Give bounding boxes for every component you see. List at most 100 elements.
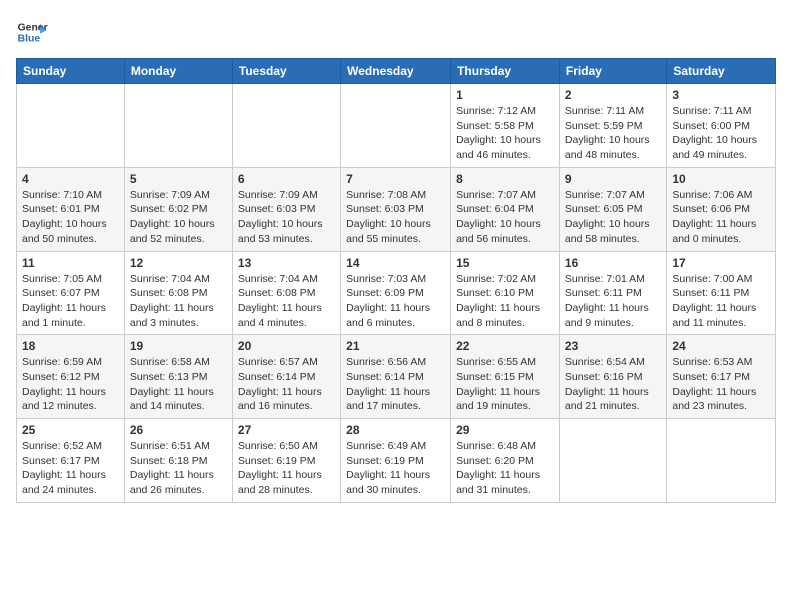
calendar-week-row: 18 Sunrise: 6:59 AM Sunset: 6:12 PM Dayli… (17, 335, 776, 419)
calendar-cell: 7Sunrise: 7:08 AM Sunset: 6:03 PM Daylig… (341, 167, 451, 251)
day-number: 29 (456, 423, 554, 437)
day-number: 12 (130, 256, 227, 270)
day-info: Sunrise: 7:07 AM Sunset: 6:04 PM Dayligh… (456, 188, 554, 247)
calendar-week-row: 11Sunrise: 7:05 AM Sunset: 6:07 PM Dayli… (17, 251, 776, 335)
day-number: 17 (672, 256, 770, 270)
day-number: 1 (456, 88, 554, 102)
day-info: Sunrise: 6:53 AM Sunset: 6:17 PM Dayligh… (672, 355, 770, 414)
day-info: Sunrise: 7:00 AM Sunset: 6:11 PM Dayligh… (672, 272, 770, 331)
day-info: Sunrise: 6:48 AM Sunset: 6:20 PM Dayligh… (456, 439, 554, 498)
day-info: Sunrise: 7:10 AM Sunset: 6:01 PM Dayligh… (22, 188, 119, 247)
day-info: Sunrise: 7:11 AM Sunset: 5:59 PM Dayligh… (565, 104, 661, 163)
calendar-cell (667, 419, 776, 503)
calendar-cell: 22Sunrise: 6:55 AM Sunset: 6:15 PM Dayli… (451, 335, 560, 419)
day-info: Sunrise: 6:51 AM Sunset: 6:18 PM Dayligh… (130, 439, 227, 498)
day-number: 20 (238, 339, 335, 353)
logo: General Blue (16, 16, 48, 48)
day-info: Sunrise: 6:59 AM Sunset: 6:12 PM Dayligh… (22, 355, 119, 414)
day-info: Sunrise: 7:09 AM Sunset: 6:03 PM Dayligh… (238, 188, 335, 247)
calendar-cell (559, 419, 666, 503)
calendar-cell: 17 Sunrise: 7:00 AM Sunset: 6:11 PM Dayli… (667, 251, 776, 335)
calendar-cell: 12 Sunrise: 7:04 AM Sunset: 6:08 PM Dayli… (124, 251, 232, 335)
day-number: 10 (672, 172, 770, 186)
calendar-cell: 28 Sunrise: 6:49 AM Sunset: 6:19 PM Dayli… (341, 419, 451, 503)
day-number: 23 (565, 339, 661, 353)
day-number: 19 (130, 339, 227, 353)
day-number: 25 (22, 423, 119, 437)
day-info: Sunrise: 6:54 AM Sunset: 6:16 PM Dayligh… (565, 355, 661, 414)
calendar-cell (17, 84, 125, 168)
day-info: Sunrise: 6:50 AM Sunset: 6:19 PM Dayligh… (238, 439, 335, 498)
calendar-cell: 19 Sunrise: 6:58 AM Sunset: 6:13 PM Dayli… (124, 335, 232, 419)
column-header-sunday: Sunday (17, 59, 125, 84)
day-info: Sunrise: 7:12 AM Sunset: 5:58 PM Dayligh… (456, 104, 554, 163)
day-info: Sunrise: 7:01 AM Sunset: 6:11 PM Dayligh… (565, 272, 661, 331)
calendar-cell (124, 84, 232, 168)
calendar-cell: 18 Sunrise: 6:59 AM Sunset: 6:12 PM Dayli… (17, 335, 125, 419)
calendar-cell: 6Sunrise: 7:09 AM Sunset: 6:03 PM Daylig… (232, 167, 340, 251)
day-info: Sunrise: 6:49 AM Sunset: 6:19 PM Dayligh… (346, 439, 445, 498)
calendar-cell: 13Sunrise: 7:04 AM Sunset: 6:08 PM Dayli… (232, 251, 340, 335)
day-number: 27 (238, 423, 335, 437)
calendar-cell: 10 Sunrise: 7:06 AM Sunset: 6:06 PM Dayli… (667, 167, 776, 251)
calendar-cell: 1 Sunrise: 7:12 AM Sunset: 5:58 PM Daylig… (451, 84, 560, 168)
day-number: 16 (565, 256, 661, 270)
calendar-header-row: SundayMondayTuesdayWednesdayThursdayFrid… (17, 59, 776, 84)
column-header-thursday: Thursday (451, 59, 560, 84)
day-number: 7 (346, 172, 445, 186)
day-info: Sunrise: 7:09 AM Sunset: 6:02 PM Dayligh… (130, 188, 227, 247)
calendar-cell: 16 Sunrise: 7:01 AM Sunset: 6:11 PM Dayli… (559, 251, 666, 335)
calendar-cell: 29 Sunrise: 6:48 AM Sunset: 6:20 PM Dayli… (451, 419, 560, 503)
day-info: Sunrise: 7:03 AM Sunset: 6:09 PM Dayligh… (346, 272, 445, 331)
day-number: 28 (346, 423, 445, 437)
calendar-week-row: 4 Sunrise: 7:10 AM Sunset: 6:01 PM Daylig… (17, 167, 776, 251)
column-header-tuesday: Tuesday (232, 59, 340, 84)
day-info: Sunrise: 7:04 AM Sunset: 6:08 PM Dayligh… (130, 272, 227, 331)
calendar-cell: 21 Sunrise: 6:56 AM Sunset: 6:14 PM Dayli… (341, 335, 451, 419)
day-number: 4 (22, 172, 119, 186)
calendar-cell (232, 84, 340, 168)
calendar-cell: 14Sunrise: 7:03 AM Sunset: 6:09 PM Dayli… (341, 251, 451, 335)
calendar-cell: 8 Sunrise: 7:07 AM Sunset: 6:04 PM Daylig… (451, 167, 560, 251)
day-info: Sunrise: 7:06 AM Sunset: 6:06 PM Dayligh… (672, 188, 770, 247)
calendar-cell: 25 Sunrise: 6:52 AM Sunset: 6:17 PM Dayli… (17, 419, 125, 503)
calendar-cell: 26 Sunrise: 6:51 AM Sunset: 6:18 PM Dayli… (124, 419, 232, 503)
day-info: Sunrise: 6:57 AM Sunset: 6:14 PM Dayligh… (238, 355, 335, 414)
day-info: Sunrise: 6:58 AM Sunset: 6:13 PM Dayligh… (130, 355, 227, 414)
calendar-cell: 20 Sunrise: 6:57 AM Sunset: 6:14 PM Dayli… (232, 335, 340, 419)
column-header-wednesday: Wednesday (341, 59, 451, 84)
column-header-monday: Monday (124, 59, 232, 84)
day-info: Sunrise: 7:02 AM Sunset: 6:10 PM Dayligh… (456, 272, 554, 331)
calendar-cell: 2 Sunrise: 7:11 AM Sunset: 5:59 PM Daylig… (559, 84, 666, 168)
day-number: 26 (130, 423, 227, 437)
day-number: 3 (672, 88, 770, 102)
day-info: Sunrise: 6:52 AM Sunset: 6:17 PM Dayligh… (22, 439, 119, 498)
day-number: 24 (672, 339, 770, 353)
day-number: 21 (346, 339, 445, 353)
calendar-cell: 23 Sunrise: 6:54 AM Sunset: 6:16 PM Dayli… (559, 335, 666, 419)
calendar-cell: 15 Sunrise: 7:02 AM Sunset: 6:10 PM Dayli… (451, 251, 560, 335)
day-number: 5 (130, 172, 227, 186)
calendar-week-row: 25 Sunrise: 6:52 AM Sunset: 6:17 PM Dayli… (17, 419, 776, 503)
calendar-cell: 5 Sunrise: 7:09 AM Sunset: 6:02 PM Daylig… (124, 167, 232, 251)
calendar-week-row: 1 Sunrise: 7:12 AM Sunset: 5:58 PM Daylig… (17, 84, 776, 168)
calendar-cell: 11Sunrise: 7:05 AM Sunset: 6:07 PM Dayli… (17, 251, 125, 335)
column-header-friday: Friday (559, 59, 666, 84)
column-header-saturday: Saturday (667, 59, 776, 84)
day-number: 18 (22, 339, 119, 353)
day-info: Sunrise: 7:05 AM Sunset: 6:07 PM Dayligh… (22, 272, 119, 331)
day-number: 8 (456, 172, 554, 186)
day-info: Sunrise: 7:04 AM Sunset: 6:08 PM Dayligh… (238, 272, 335, 331)
calendar-cell: 3Sunrise: 7:11 AM Sunset: 6:00 PM Daylig… (667, 84, 776, 168)
calendar-cell: 27 Sunrise: 6:50 AM Sunset: 6:19 PM Dayli… (232, 419, 340, 503)
day-number: 15 (456, 256, 554, 270)
calendar-cell (341, 84, 451, 168)
day-number: 9 (565, 172, 661, 186)
calendar-cell: 24 Sunrise: 6:53 AM Sunset: 6:17 PM Dayli… (667, 335, 776, 419)
calendar-cell: 9Sunrise: 7:07 AM Sunset: 6:05 PM Daylig… (559, 167, 666, 251)
logo-icon: General Blue (16, 16, 48, 48)
calendar-cell: 4 Sunrise: 7:10 AM Sunset: 6:01 PM Daylig… (17, 167, 125, 251)
day-number: 2 (565, 88, 661, 102)
day-info: Sunrise: 6:55 AM Sunset: 6:15 PM Dayligh… (456, 355, 554, 414)
day-info: Sunrise: 6:56 AM Sunset: 6:14 PM Dayligh… (346, 355, 445, 414)
